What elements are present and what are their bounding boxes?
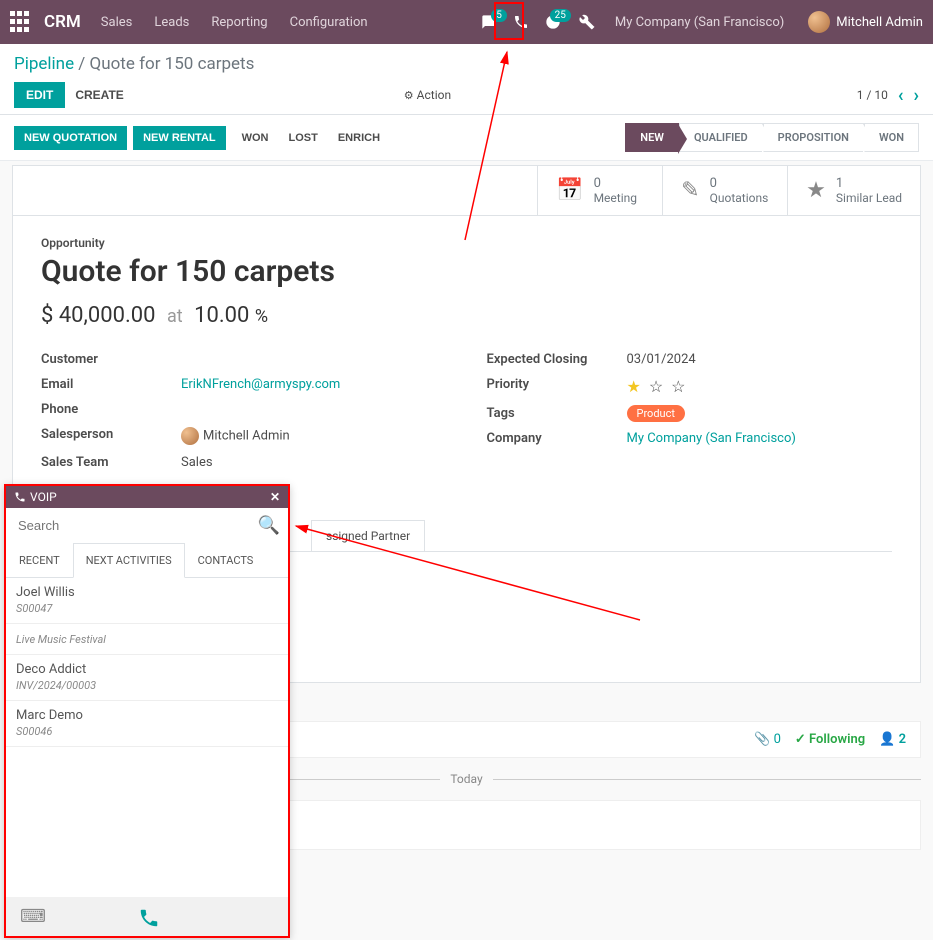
nav-configuration[interactable]: Configuration bbox=[290, 15, 368, 30]
smart-buttons: 📅 0Meeting ✎ 0Quotations ★ 1Similar Lead bbox=[13, 166, 920, 216]
voip-list: Joel Willis S00047 Live Music Festival D… bbox=[6, 578, 288, 747]
value-tags: Product bbox=[627, 406, 893, 421]
voip-panel: VOIP ✕ 🔍 RECENT NEXT ACTIVITIES CONTACTS… bbox=[4, 484, 290, 938]
voip-item[interactable]: Joel Willis S00047 bbox=[6, 578, 288, 624]
breadcrumb-parent[interactable]: Pipeline bbox=[14, 54, 74, 74]
company-selector[interactable]: My Company (San Francisco) bbox=[615, 15, 784, 30]
salesperson-avatar bbox=[181, 427, 199, 445]
stage-bar: NEW QUALIFIED PROPOSITION WON bbox=[625, 123, 919, 152]
user-menu[interactable]: Mitchell Admin bbox=[808, 11, 923, 33]
value-email[interactable]: ErikNFrench@armyspy.com bbox=[181, 377, 447, 392]
control-bar: Pipeline / Quote for 150 carpets EDIT CR… bbox=[0, 44, 933, 115]
revenue-row: $ 40,000.00 at 10.00 % bbox=[41, 303, 892, 328]
search-icon[interactable]: 🔍 bbox=[258, 515, 280, 536]
label-customer: Customer bbox=[41, 352, 181, 367]
label-expected-closing: Expected Closing bbox=[487, 352, 627, 367]
voip-title: VOIP bbox=[30, 490, 57, 504]
voip-item[interactable]: Live Music Festival bbox=[6, 624, 288, 655]
value-customer bbox=[181, 352, 447, 367]
pager-prev[interactable]: ‹ bbox=[898, 85, 904, 106]
pager-next[interactable]: › bbox=[914, 85, 919, 106]
enrich-button[interactable]: ENRICH bbox=[338, 132, 380, 144]
lost-button[interactable]: LOST bbox=[289, 132, 318, 144]
voip-item[interactable]: Marc Demo S00046 bbox=[6, 701, 288, 747]
tab-assigned-partner[interactable]: ssigned Partner bbox=[311, 520, 425, 551]
keypad-icon[interactable]: ⌨ bbox=[20, 906, 46, 927]
label-priority: Priority bbox=[487, 377, 627, 396]
nav-sales[interactable]: Sales bbox=[101, 15, 133, 30]
calendar-icon: 📅 bbox=[556, 178, 583, 203]
user-avatar bbox=[808, 11, 830, 33]
opportunity-label: Opportunity bbox=[41, 236, 892, 250]
expected-revenue: $ 40,000.00 bbox=[41, 303, 156, 328]
gear-icon: ⚙ bbox=[404, 89, 414, 102]
voip-search-input[interactable] bbox=[14, 514, 258, 537]
messaging-icon[interactable]: 5 bbox=[481, 14, 497, 30]
new-quotation-button[interactable]: NEW QUOTATION bbox=[14, 126, 127, 150]
pager: 1 / 10 ‹ › bbox=[857, 85, 919, 106]
opportunity-title: Quote for 150 carpets bbox=[41, 254, 892, 289]
probability: 10.00 bbox=[194, 303, 249, 328]
star-icon: ★ bbox=[806, 178, 826, 203]
value-phone bbox=[181, 402, 447, 417]
stage-new[interactable]: NEW bbox=[625, 123, 679, 152]
won-button[interactable]: WON bbox=[242, 132, 269, 144]
new-rental-button[interactable]: NEW RENTAL bbox=[133, 126, 226, 150]
value-expected-closing: 03/01/2024 bbox=[627, 352, 893, 367]
tag-product[interactable]: Product bbox=[627, 405, 685, 422]
voip-tab-next-activities[interactable]: NEXT ACTIVITIES bbox=[73, 543, 185, 578]
voip-close-icon[interactable]: ✕ bbox=[270, 490, 280, 504]
label-salesteam: Sales Team bbox=[41, 455, 181, 470]
voip-header[interactable]: VOIP ✕ bbox=[6, 486, 288, 508]
label-email: Email bbox=[41, 377, 181, 392]
apps-icon[interactable] bbox=[10, 11, 32, 33]
status-bar: NEW QUOTATION NEW RENTAL WON LOST ENRICH… bbox=[0, 115, 933, 161]
user-name: Mitchell Admin bbox=[836, 15, 923, 30]
phone-icon[interactable] bbox=[513, 14, 529, 30]
followers-count[interactable]: 👤 2 bbox=[879, 732, 906, 747]
call-icon[interactable] bbox=[138, 904, 160, 929]
activities-icon[interactable]: 25 bbox=[545, 14, 561, 30]
value-salesperson: Mitchell Admin bbox=[181, 427, 447, 445]
label-phone: Phone bbox=[41, 402, 181, 417]
debug-icon[interactable] bbox=[579, 14, 595, 30]
stage-proposition[interactable]: PROPOSITION bbox=[763, 123, 864, 152]
voip-tab-contacts[interactable]: CONTACTS bbox=[185, 543, 267, 577]
action-menu[interactable]: ⚙ Action bbox=[404, 88, 451, 102]
smart-meeting[interactable]: 📅 0Meeting bbox=[537, 166, 662, 215]
attachments[interactable]: 📎 0 bbox=[754, 732, 781, 747]
label-tags: Tags bbox=[487, 406, 627, 421]
stage-qualified[interactable]: QUALIFIED bbox=[679, 123, 763, 152]
create-button[interactable]: CREATE bbox=[75, 88, 123, 102]
label-salesperson: Salesperson bbox=[41, 427, 181, 445]
activities-badge: 25 bbox=[550, 9, 571, 22]
voip-footer: ⌨ bbox=[6, 897, 288, 936]
value-priority[interactable]: ★ ☆ ☆ bbox=[627, 377, 893, 396]
stage-won[interactable]: WON bbox=[864, 123, 919, 152]
breadcrumb-current: Quote for 150 carpets bbox=[90, 54, 255, 74]
app-brand[interactable]: CRM bbox=[44, 12, 81, 32]
top-navbar: CRM Sales Leads Reporting Configuration … bbox=[0, 0, 933, 44]
voip-tab-recent[interactable]: RECENT bbox=[6, 543, 73, 577]
nav-reporting[interactable]: Reporting bbox=[211, 15, 267, 30]
label-company: Company bbox=[487, 431, 627, 446]
value-salesteam: Sales bbox=[181, 455, 447, 470]
following-button[interactable]: ✓ Following bbox=[795, 732, 865, 747]
messaging-badge: 5 bbox=[491, 9, 507, 22]
pager-text: 1 / 10 bbox=[857, 88, 888, 102]
edit-icon: ✎ bbox=[681, 178, 699, 203]
edit-button[interactable]: EDIT bbox=[14, 82, 65, 108]
smart-quotations[interactable]: ✎ 0Quotations bbox=[662, 166, 787, 215]
value-company[interactable]: My Company (San Francisco) bbox=[627, 431, 893, 446]
voip-item[interactable]: Deco Addict INV/2024/00003 bbox=[6, 655, 288, 701]
smart-similar[interactable]: ★ 1Similar Lead bbox=[787, 166, 920, 215]
breadcrumb: Pipeline / Quote for 150 carpets bbox=[14, 54, 919, 74]
nav-leads[interactable]: Leads bbox=[154, 15, 189, 30]
phone-icon bbox=[14, 491, 26, 503]
